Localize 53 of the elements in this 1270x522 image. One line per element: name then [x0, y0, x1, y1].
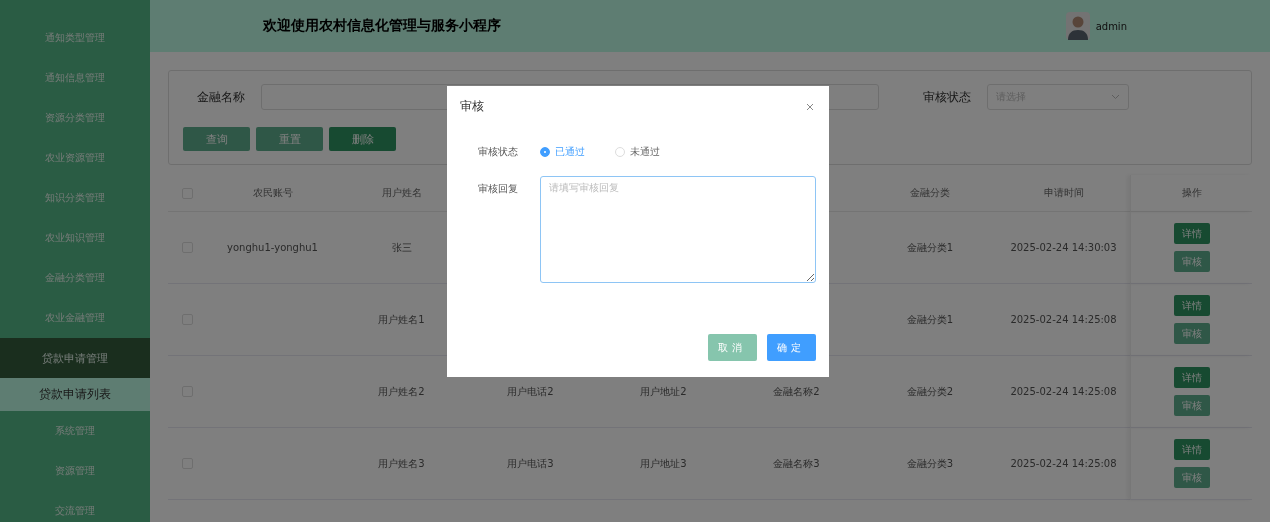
table-cell: 金融分类1	[906, 240, 954, 255]
audit-button[interactable]: 审核	[1173, 323, 1210, 344]
table-cell: 2025-02-24 14:25:08	[1010, 386, 1117, 397]
table-cell: 2025-02-24 14:30:03	[1010, 242, 1117, 253]
table-cell: 2025-02-24 14:25:08	[1010, 314, 1117, 325]
field-label: 金融名称	[197, 88, 245, 106]
table-cell: yonghu1-yonghu1	[227, 242, 318, 253]
confirm-button[interactable]: 确定	[767, 334, 816, 361]
table-cell: 金融名称3	[773, 456, 820, 471]
column-header: 用户姓名	[381, 186, 422, 200]
search-button[interactable]: 重置	[256, 127, 323, 151]
radio-option[interactable]: 已通过	[540, 145, 585, 159]
table-cell: 2025-02-24 14:25:08	[1010, 458, 1117, 469]
page-title: 欢迎使用农村信息化管理与服务小程序	[263, 17, 502, 35]
option-label: 已通过	[555, 145, 585, 159]
table-cell: 金融分类2	[906, 384, 954, 399]
column-header: 操作	[1181, 186, 1202, 200]
audit-button[interactable]: 审核	[1173, 467, 1210, 488]
table-cell: 用户姓名3	[378, 456, 425, 471]
table-cell: 用户电话3	[507, 456, 554, 471]
table-cell: 金融分类3	[906, 456, 954, 471]
dialog-title: 审核	[460, 98, 484, 115]
details-button[interactable]: 详情	[1173, 223, 1210, 244]
user-name[interactable]: admin	[1095, 20, 1127, 32]
table-cell: 用户地址3	[640, 456, 687, 471]
details-button[interactable]: 详情	[1173, 295, 1210, 316]
search-button[interactable]: 删除	[329, 127, 396, 151]
option-label: 未通过	[630, 145, 660, 159]
table-cell: 用户姓名2	[378, 384, 425, 399]
table-cell: 用户地址2	[640, 384, 687, 399]
details-button[interactable]: 详情	[1173, 439, 1210, 460]
radio-icon[interactable]	[540, 147, 550, 157]
column-header: 申请时间	[1043, 186, 1084, 200]
field-label: 审核状态	[923, 88, 971, 106]
field-label: 审核回复	[478, 182, 519, 196]
table-cell: 用户姓名1	[378, 312, 425, 327]
table-cell: 金融分类1	[906, 312, 954, 327]
table-cell: 用户电话2	[507, 384, 554, 399]
chevron-down-icon[interactable]	[1111, 94, 1120, 100]
radio-option[interactable]: 未通过	[615, 145, 660, 159]
table-cell: 张三	[391, 240, 412, 255]
sidebar-item[interactable]: 贷款申请列表	[0, 378, 150, 411]
audit-button[interactable]: 审核	[1173, 395, 1210, 416]
column-header: 金融分类	[910, 186, 950, 200]
field-label: 审核状态	[478, 145, 519, 159]
sidebar-item[interactable]: 贷款申请管理	[0, 338, 150, 378]
column-header: 农民账号	[252, 186, 293, 200]
audit-button[interactable]: 审核	[1173, 251, 1210, 272]
table-cell: 金融名称2	[773, 384, 820, 399]
search-button[interactable]: 查询	[183, 127, 250, 151]
avatar-icon[interactable]	[1065, 12, 1090, 40]
cancel-button[interactable]: 取消	[708, 334, 757, 361]
details-button[interactable]: 详情	[1173, 367, 1210, 388]
